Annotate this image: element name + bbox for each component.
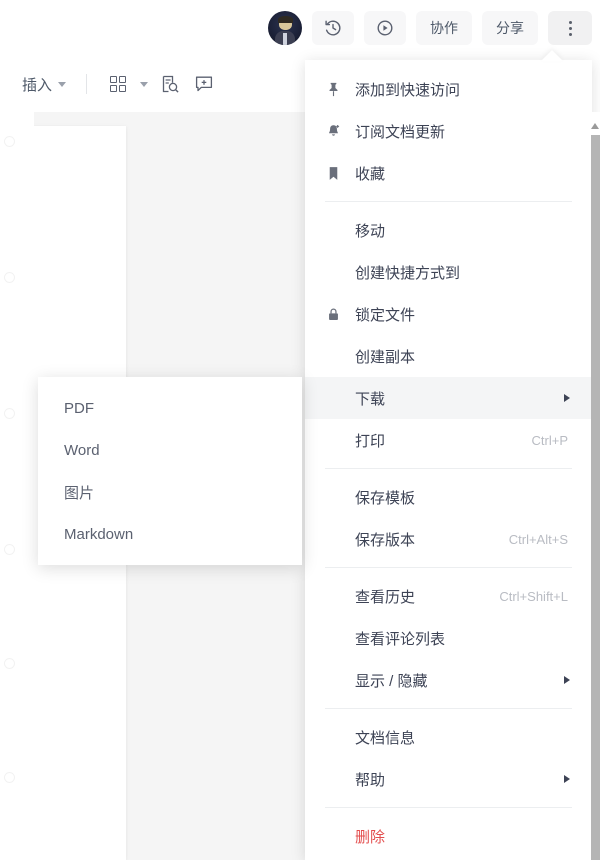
menu-item-label: 创建副本 <box>355 348 416 366</box>
collaborate-button[interactable]: 协作 <box>416 11 472 45</box>
download-format-item-2[interactable]: 图片 <box>38 471 302 513</box>
download-format-item-0[interactable]: PDF <box>38 387 302 429</box>
menu-item-16[interactable]: 显示 / 隐藏 <box>305 659 592 701</box>
submenu-arrow-icon <box>564 394 570 402</box>
top-toolbar-actions: 协作 分享 <box>268 11 592 45</box>
download-format-item-1[interactable]: Word <box>38 429 302 471</box>
menu-item-label: 创建快捷方式到 <box>355 264 461 282</box>
menu-item-1[interactable]: 订阅文档更新 <box>305 110 592 152</box>
menu-item-shortcut: Ctrl+P <box>531 432 568 448</box>
document-gutter <box>0 112 34 860</box>
app-root: 插入 协作 分享 添加到快速访问 订阅文档更新 收藏 移动 创建快捷方式到 锁定… <box>0 0 600 860</box>
insert-label: 插入 <box>22 76 53 94</box>
menu-separator <box>325 201 572 202</box>
menu-item-0[interactable]: 添加到快速访问 <box>305 68 592 110</box>
menu-item-label: 打印 <box>355 432 386 450</box>
download-format-item-3[interactable]: Markdown <box>38 513 302 555</box>
more-options-button[interactable] <box>548 11 592 45</box>
pin-icon <box>325 81 355 98</box>
menu-item-label: 收藏 <box>355 165 386 183</box>
top-toolbar: 协作 分享 <box>0 0 600 56</box>
insert-menu-button[interactable]: 插入 <box>16 70 72 99</box>
grid-chevron-down-icon[interactable] <box>135 69 153 99</box>
menu-separator <box>325 468 572 469</box>
menu-item-4[interactable]: 移动 <box>305 209 592 251</box>
download-format-label: Markdown <box>64 525 134 543</box>
menu-item-label: 帮助 <box>355 771 386 789</box>
menu-item-12[interactable]: 保存版本 Ctrl+Alt+S <box>305 518 592 560</box>
bell-add-icon <box>325 123 355 140</box>
menu-item-label: 查看历史 <box>355 588 416 606</box>
menu-item-18[interactable]: 文档信息 <box>305 716 592 758</box>
more-vertical-icon <box>568 20 572 36</box>
menu-item-2[interactable]: 收藏 <box>305 152 592 194</box>
user-avatar[interactable] <box>268 11 302 45</box>
menu-separator <box>325 708 572 709</box>
menu-item-21[interactable]: 删除 <box>305 815 592 857</box>
menu-separator <box>325 807 572 808</box>
toolbar-divider <box>86 74 88 94</box>
gutter-marker <box>4 544 15 555</box>
submenu-arrow-icon <box>564 775 570 783</box>
menu-item-label: 删除 <box>355 828 386 846</box>
gutter-marker <box>4 136 15 147</box>
menu-item-9[interactable]: 打印 Ctrl+P <box>305 419 592 461</box>
gutter-marker <box>4 658 15 669</box>
gutter-marker <box>4 408 15 419</box>
menu-separator <box>325 567 572 568</box>
lock-icon <box>325 306 355 323</box>
menu-item-shortcut: Ctrl+Shift+L <box>499 588 568 604</box>
gutter-marker <box>4 772 15 783</box>
menu-item-11[interactable]: 保存模板 <box>305 476 592 518</box>
submenu-arrow-icon <box>564 676 570 684</box>
menu-item-label: 移动 <box>355 222 386 240</box>
menu-item-label: 锁定文件 <box>355 306 416 324</box>
menu-item-label: 文档信息 <box>355 729 416 747</box>
play-icon[interactable] <box>364 11 406 45</box>
chevron-down-icon <box>58 81 67 87</box>
menu-item-15[interactable]: 查看评论列表 <box>305 617 592 659</box>
menu-caret <box>541 50 563 61</box>
history-icon[interactable] <box>312 11 354 45</box>
menu-item-shortcut: Ctrl+Alt+S <box>508 531 568 547</box>
share-button[interactable]: 分享 <box>482 11 538 45</box>
download-format-label: 图片 <box>64 484 95 502</box>
download-format-submenu: PDF Word 图片 Markdown <box>38 377 302 565</box>
menu-item-5[interactable]: 创建快捷方式到 <box>305 251 592 293</box>
menu-item-label: 保存版本 <box>355 531 416 549</box>
grid-icon[interactable] <box>101 69 135 99</box>
menu-item-8[interactable]: 下载 <box>305 377 592 419</box>
gutter-marker <box>4 272 15 283</box>
document-options-menu: 添加到快速访问 订阅文档更新 收藏移动创建快捷方式到 锁定文件创建副本下载打印 Ctrl… <box>305 60 592 860</box>
menu-item-label: 保存模板 <box>355 489 416 507</box>
find-replace-icon[interactable] <box>153 69 187 99</box>
download-format-label: Word <box>64 441 100 459</box>
download-format-label: PDF <box>64 399 94 417</box>
menu-item-19[interactable]: 帮助 <box>305 758 592 800</box>
add-comment-icon[interactable] <box>187 69 221 99</box>
menu-item-label: 查看评论列表 <box>355 630 446 648</box>
menu-item-7[interactable]: 创建副本 <box>305 335 592 377</box>
menu-scrollbar-thumb[interactable] <box>591 135 600 860</box>
menu-item-14[interactable]: 查看历史 Ctrl+Shift+L <box>305 575 592 617</box>
menu-item-6[interactable]: 锁定文件 <box>305 293 592 335</box>
menu-item-label: 订阅文档更新 <box>355 123 446 141</box>
scroll-up-arrow-icon[interactable] <box>591 123 599 129</box>
menu-item-label: 下载 <box>355 390 386 408</box>
bookmark-icon <box>325 165 355 182</box>
menu-item-label: 添加到快速访问 <box>355 81 461 99</box>
menu-item-label: 显示 / 隐藏 <box>355 672 428 690</box>
